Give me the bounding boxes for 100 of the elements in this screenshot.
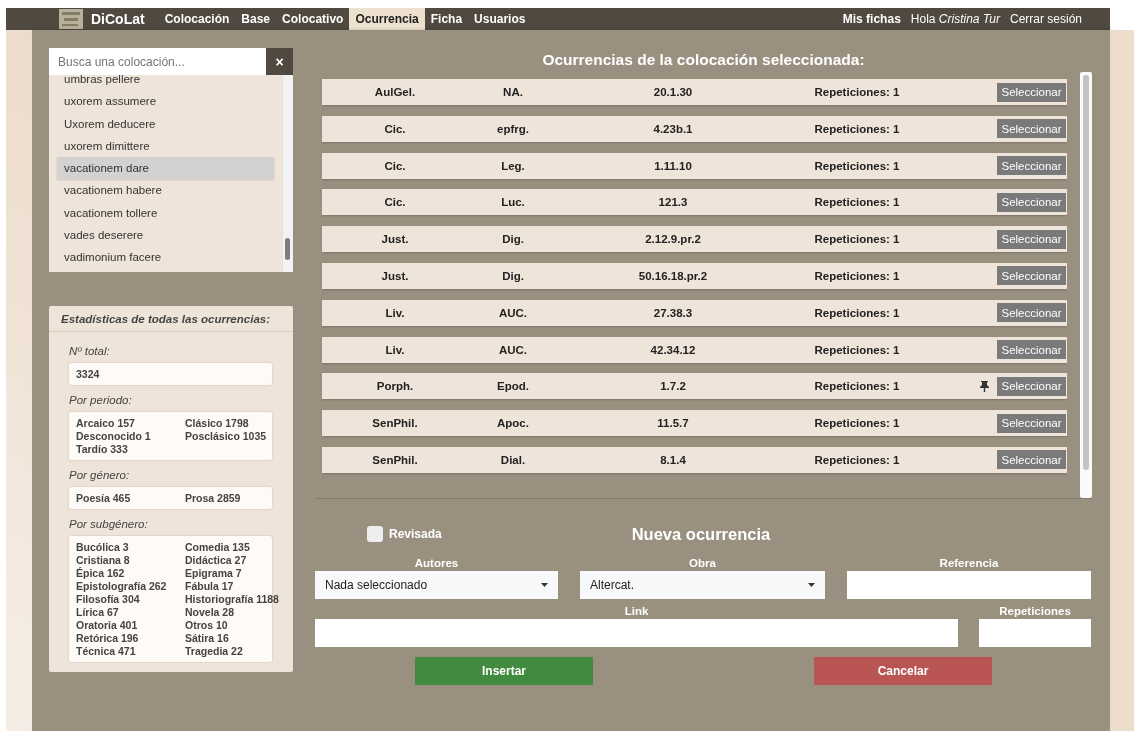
field-label: Obra [688, 556, 717, 571]
reference-cell-text: 42.34.12 [649, 343, 697, 356]
stat-entry: Técnica 471 [76, 645, 137, 657]
author-cell-text: SenPhil. [371, 453, 419, 466]
select-button[interactable]: Seleccionar [997, 266, 1066, 286]
repetitions-cell-text: Repeticiones: 1 [813, 196, 901, 209]
author-cell-text: Liv. [384, 306, 406, 319]
reviewed-checkbox[interactable] [367, 526, 383, 542]
my-cards-link[interactable]: Mis fichas [842, 12, 901, 26]
nav-tab[interactable]: Ficha [424, 8, 469, 30]
collocation-item[interactable]: vadimonium facere [57, 246, 274, 269]
stat-entry: Desconocido 1 [76, 430, 152, 442]
field-label: Por subgénero: [69, 518, 149, 530]
author-cell-text: Porph. [375, 380, 415, 393]
nav-tab[interactable]: Ocurrencia [349, 8, 425, 30]
stat-entry: Otros 10 [185, 619, 229, 631]
greeting-text: Hola Cristina Tur [910, 12, 1000, 26]
stat-entry: Bucólica 3 [76, 541, 130, 553]
caret-icon [808, 583, 815, 587]
work-cell-text: epfrg. [496, 122, 530, 135]
nav-tab[interactable]: Base [235, 8, 277, 30]
repetitions-cell-text: Repeticiones: 1 [813, 86, 901, 98]
repetitions-field[interactable] [979, 619, 1091, 647]
field-label: Link [623, 604, 650, 619]
field-label: Repeticiones [998, 604, 1072, 619]
stat-entry: Oratoria 401 [76, 619, 139, 631]
collocation-item[interactable]: Uxorem deducere [57, 112, 274, 135]
scrollbar[interactable] [282, 75, 293, 272]
collocation-item[interactable]: uxorem dimittere [57, 134, 274, 158]
work-cell-text: AUC. [497, 306, 529, 319]
stat-entry: Tragedia 22 [185, 645, 244, 657]
field-label: Autores [413, 556, 460, 571]
collocation-item[interactable]: vacationem habere [57, 179, 274, 202]
caret-icon [541, 583, 548, 587]
authors-dropdown[interactable]: Nada seleccionado [315, 571, 558, 599]
logout-link[interactable]: Cerrar sesión [1009, 12, 1082, 26]
select-button[interactable]: Seleccionar [997, 450, 1066, 470]
stat-entry: Arcaico 157 [76, 417, 136, 429]
select-button[interactable]: Seleccionar [997, 340, 1066, 360]
collocation-item[interactable]: vades deserere [57, 224, 274, 247]
scrollbar[interactable] [1080, 72, 1092, 498]
repetitions-cell-text: Repeticiones: 1 [813, 380, 901, 393]
stat-entry: Épica 162 [76, 567, 126, 579]
reference-cell-text: 20.1.30 [652, 86, 694, 98]
form-title: Nueva ocurrencia [631, 524, 771, 544]
reference-cell-text: 8.1.4 [659, 453, 687, 466]
select-button[interactable]: Seleccionar [997, 303, 1066, 323]
select-button[interactable]: Seleccionar [997, 156, 1066, 176]
app-logo-text[interactable]: DiCoLat [91, 11, 145, 27]
author-cell-text: SenPhil. [371, 417, 419, 430]
stat-entry: Posclásico 1035 [185, 430, 267, 442]
work-cell-text: Leg. [500, 159, 526, 172]
stat-entry: Novela 28 [185, 606, 236, 618]
reference-cell-text: 11.5.7 [656, 417, 690, 430]
select-button[interactable]: Seleccionar [997, 413, 1066, 433]
repetitions-cell-text: Repeticiones: 1 [813, 122, 901, 135]
select-button[interactable]: Seleccionar [997, 82, 1066, 102]
select-button[interactable]: Seleccionar [997, 229, 1066, 249]
work-dropdown[interactable]: Altercat. [580, 571, 825, 599]
nav-tab[interactable]: Colocativo [276, 8, 350, 30]
search-field[interactable]: Busca una colocación... [49, 48, 266, 75]
collocation-item[interactable]: umbras pellere [57, 75, 274, 91]
stat-entry: Cristiana 8 [76, 554, 131, 566]
work-cell-text: Dig. [501, 233, 525, 246]
work-cell-text: Apoc. [496, 417, 530, 430]
reference-cell-text: 4.23b.1 [652, 122, 694, 135]
repetitions-cell-text: Repeticiones: 1 [813, 306, 901, 319]
work-cell-text: Dig. [501, 270, 525, 282]
work-cell-text: Dial. [499, 453, 527, 466]
stat-entry: Prosa 2859 [185, 492, 242, 504]
stat-entry: Tardío 333 [76, 443, 129, 455]
nav-tab[interactable]: Colocación [158, 8, 236, 30]
nav-tab[interactable]: Usuarios [468, 8, 532, 30]
logo-icon [59, 9, 83, 29]
select-button[interactable]: Seleccionar [997, 192, 1066, 212]
link-field[interactable] [315, 619, 958, 647]
stat-entry: Epistolografía 262 [76, 580, 168, 592]
field-label: Nº total: [69, 345, 111, 357]
insert-button[interactable]: Insertar [415, 657, 593, 685]
cancel-button[interactable]: Cancelar [814, 657, 992, 685]
reference-cell-text: 50.16.18.pr.2 [637, 270, 709, 282]
collocation-item[interactable]: vacationem tollere [57, 201, 274, 225]
select-button[interactable]: Seleccionar [997, 119, 1066, 139]
reference-cell-text: 27.38.3 [652, 306, 694, 319]
stat-entry: Poesía 465 [76, 492, 132, 504]
stat-entry: Comedia 135 [185, 541, 251, 553]
reference-cell-text: 1.11.10 [653, 159, 693, 172]
stats-title: Estadísticas de todas las ocurrencias: [49, 306, 293, 332]
stat-entry: Epigrama 7 [185, 567, 243, 579]
section-title: Ocurrencias de la colocación seleccionada: [541, 50, 866, 70]
reference-cell-text: 121.3 [657, 196, 689, 209]
collocation-item[interactable]: vacationem dare [57, 157, 274, 180]
collocation-item[interactable]: uxorem assumere [57, 90, 274, 113]
repetitions-cell-text: Repeticiones: 1 [813, 417, 901, 430]
clear-button[interactable]: × [266, 48, 293, 75]
repetitions-cell-text: Repeticiones: 1 [813, 343, 901, 356]
stat-entry: Lírica 67 [76, 606, 120, 618]
author-cell-text: Liv. [384, 343, 406, 356]
reference-field[interactable] [847, 571, 1091, 599]
select-button[interactable]: Seleccionar [997, 376, 1066, 396]
